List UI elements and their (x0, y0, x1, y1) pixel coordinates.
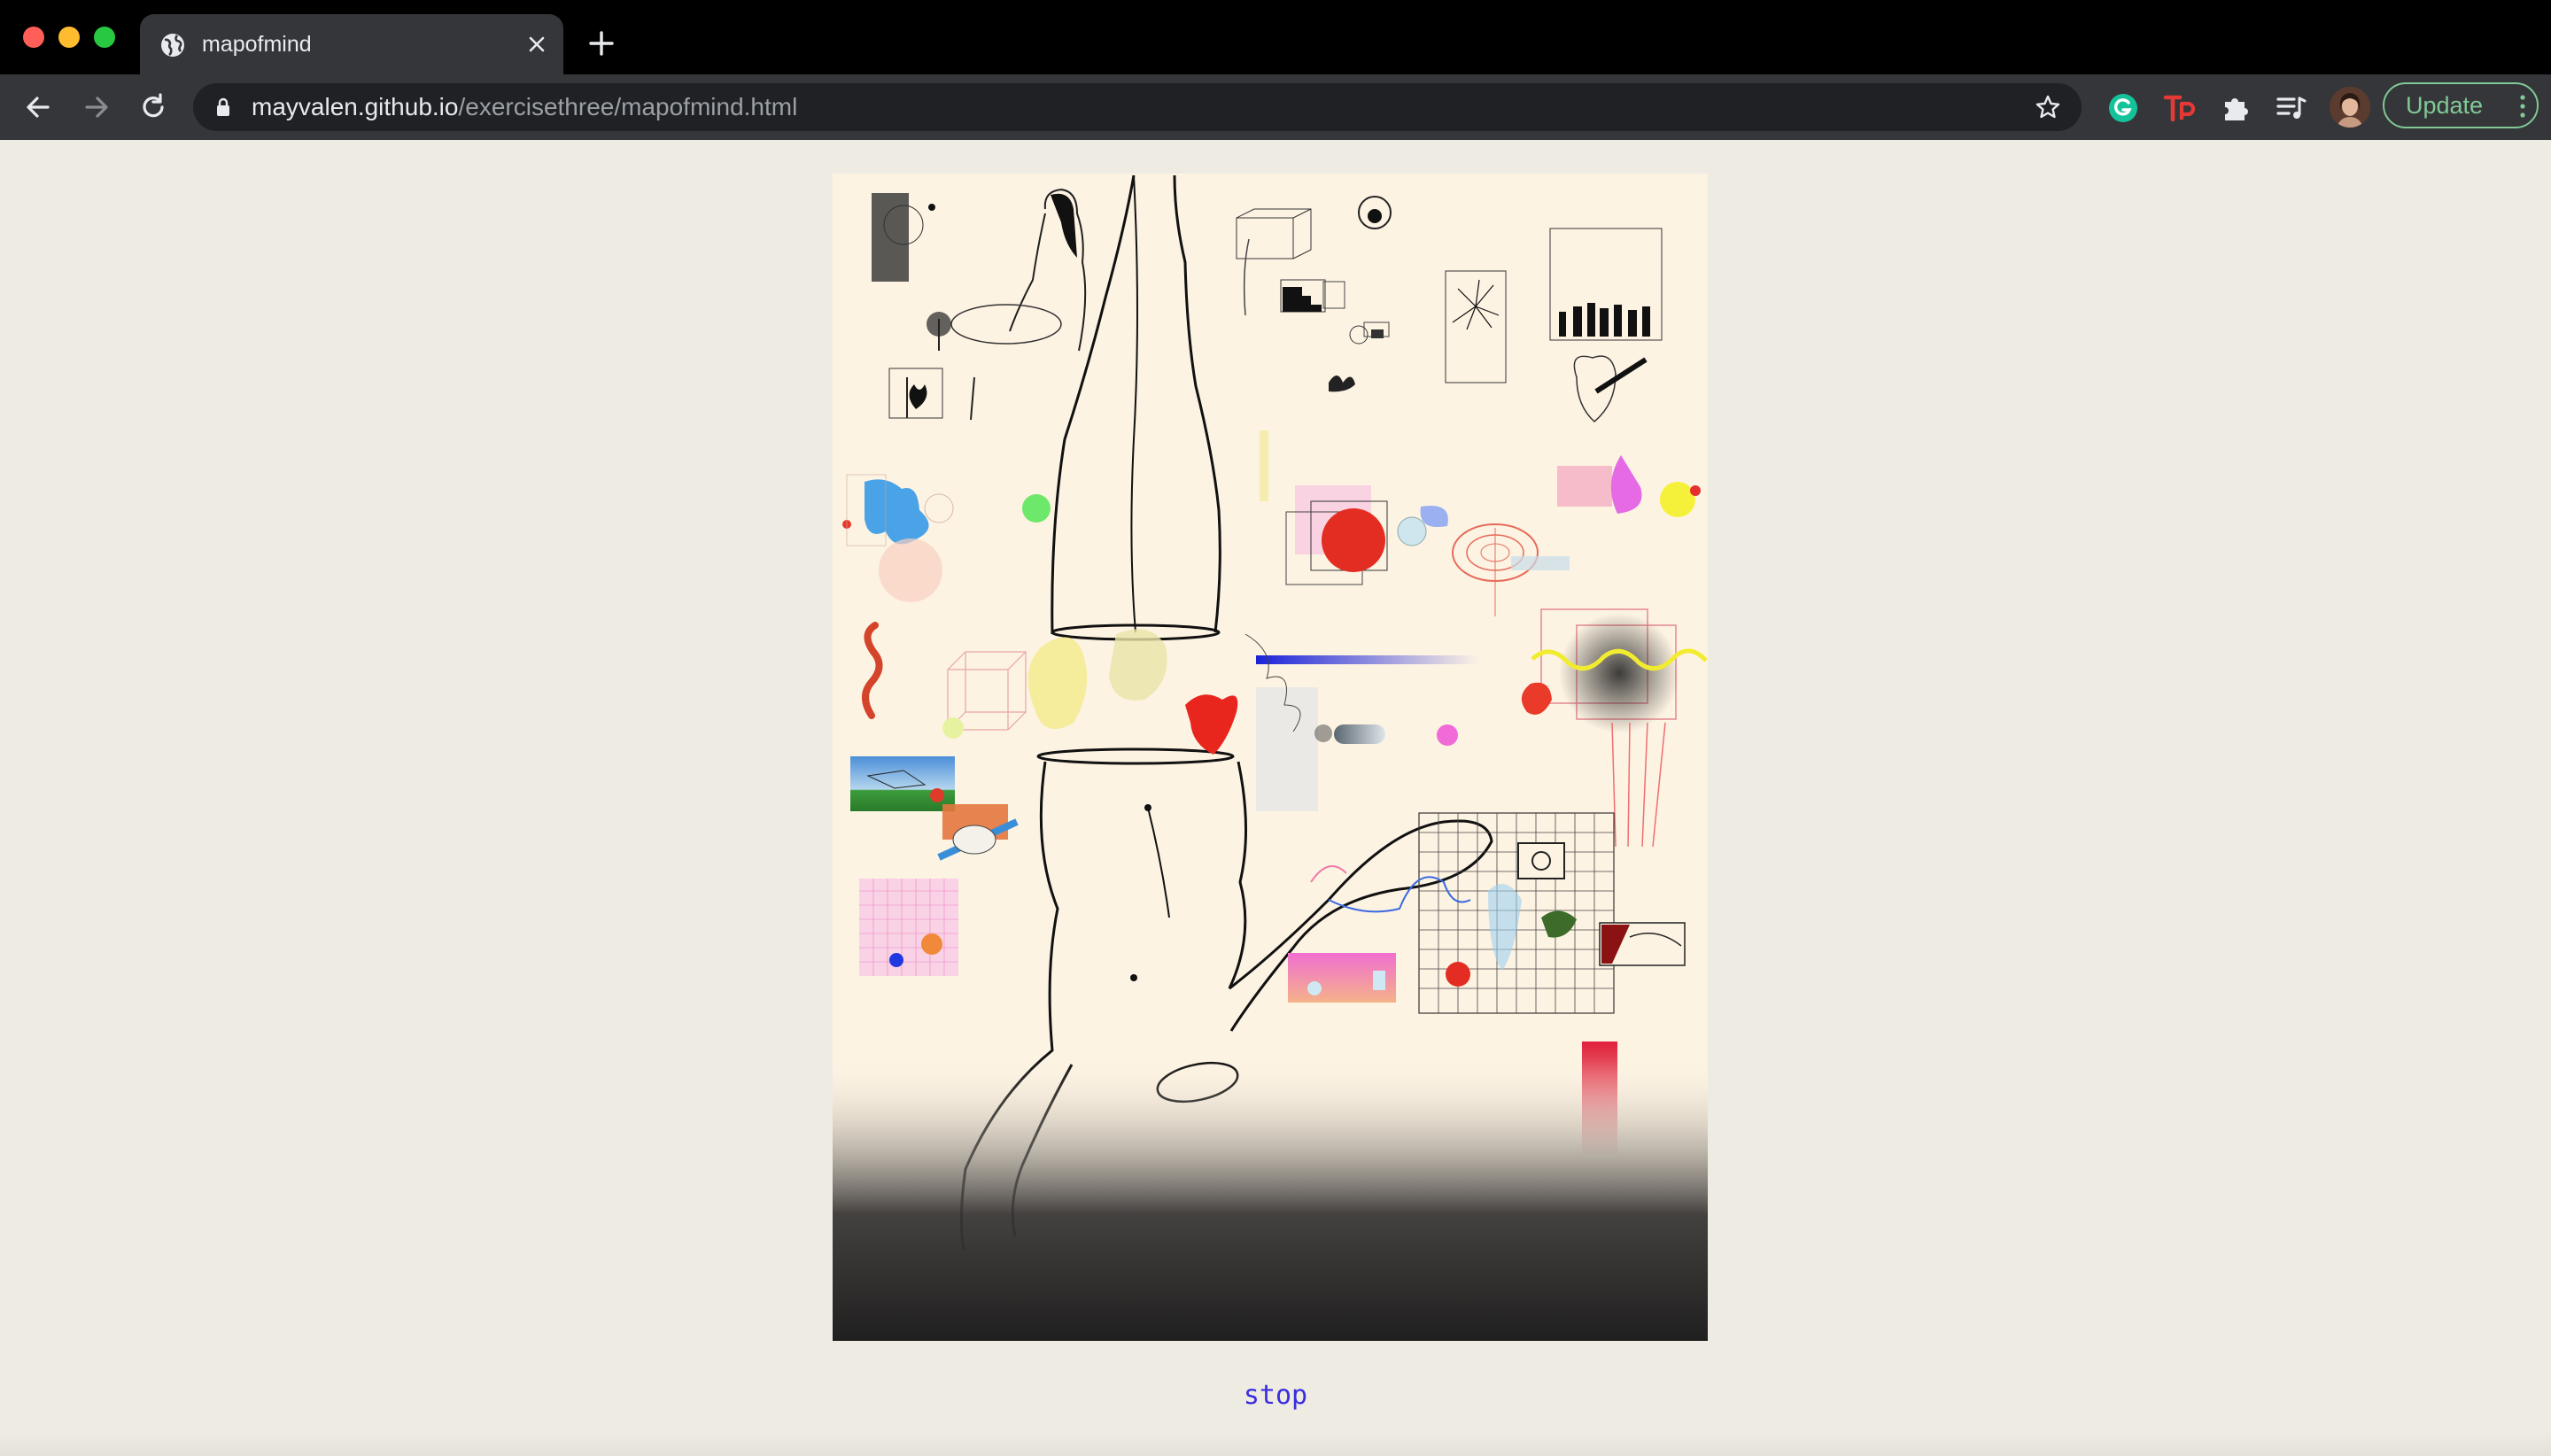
address-bar[interactable]: mayvalen.github.io/exercisethree/mapofmi… (193, 83, 2082, 131)
back-arrow-icon[interactable] (21, 90, 55, 124)
close-icon[interactable] (523, 30, 551, 58)
avatar-image (2330, 87, 2370, 128)
url-path: /exercisethree/mapofmind.html (458, 93, 798, 120)
tab-mapofmind[interactable]: mapofmind (140, 14, 563, 74)
update-button[interactable]: Update (2383, 82, 2539, 128)
grammarly-icon[interactable] (2106, 91, 2140, 125)
window-maximize-button[interactable] (94, 27, 115, 48)
url-host: mayvalen.github.io (252, 93, 459, 120)
plus-icon[interactable] (586, 28, 616, 58)
tab-strip: mapofmind (0, 0, 2551, 74)
url-text[interactable]: mayvalen.github.io/exercisethree/mapofmi… (252, 93, 797, 121)
reading-list-icon[interactable] (2275, 91, 2308, 125)
star-icon[interactable] (2034, 93, 2062, 121)
stop-link[interactable]: stop (1205, 1380, 1346, 1411)
browser-toolbar: mayvalen.github.io/exercisethree/mapofmi… (0, 74, 2551, 140)
update-label: Update (2406, 92, 2484, 119)
tab-title: mapofmind (202, 32, 312, 57)
reload-icon[interactable] (136, 90, 170, 124)
kebab-icon[interactable] (2519, 95, 2526, 118)
window-close-button[interactable] (23, 27, 44, 48)
window-minimize-button[interactable] (58, 27, 80, 48)
puzzle-icon[interactable] (2220, 91, 2253, 125)
collage-illustration (833, 174, 1708, 1341)
mapofmind-artwork (833, 174, 1708, 1341)
tp-icon[interactable] (2163, 91, 2197, 125)
profile-avatar[interactable] (2330, 87, 2370, 128)
page-bottom-shade (0, 1433, 2551, 1456)
globe-icon (161, 34, 184, 57)
forward-arrow-icon[interactable] (80, 90, 113, 124)
lock-icon[interactable] (213, 97, 234, 118)
